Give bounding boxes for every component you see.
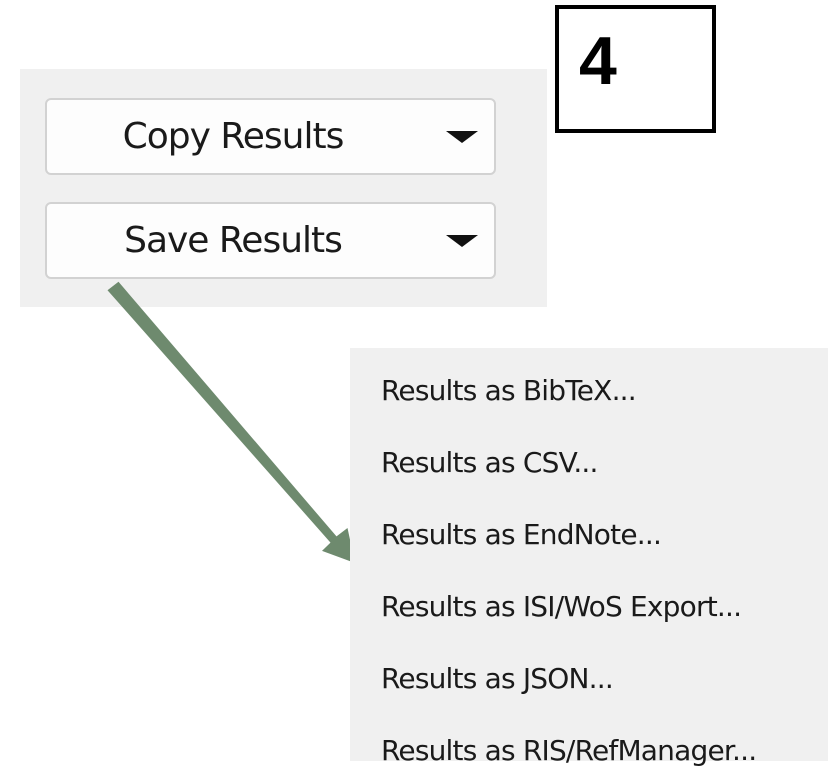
step-number-callout: 4 [555,5,716,133]
save-results-label: Save Results [124,220,343,261]
menu-item-bibtex[interactable]: Results as BibTeX... [381,362,821,418]
copy-results-button[interactable]: Copy Results [45,98,496,175]
chevron-down-icon[interactable] [446,234,478,247]
chevron-down-icon[interactable] [446,130,478,143]
menu-item-json[interactable]: Results as JSON... [381,650,821,706]
step-number: 4 [579,23,617,99]
copy-results-label: Copy Results [122,116,345,157]
menu-item-endnote[interactable]: Results as EndNote... [381,506,821,562]
results-button-panel: Copy Results Save Results [20,69,547,307]
menu-item-csv[interactable]: Results as CSV... [381,434,821,490]
menu-item-isi-wos-export[interactable]: Results as ISI/WoS Export... [381,578,821,634]
arrow-icon [107,281,355,563]
menu-item-ris-refmanager[interactable]: Results as RIS/RefManager... [381,722,821,778]
save-results-button[interactable]: Save Results [45,202,496,279]
save-results-menu: Results as BibTeX... Results as CSV... R… [350,348,828,767]
